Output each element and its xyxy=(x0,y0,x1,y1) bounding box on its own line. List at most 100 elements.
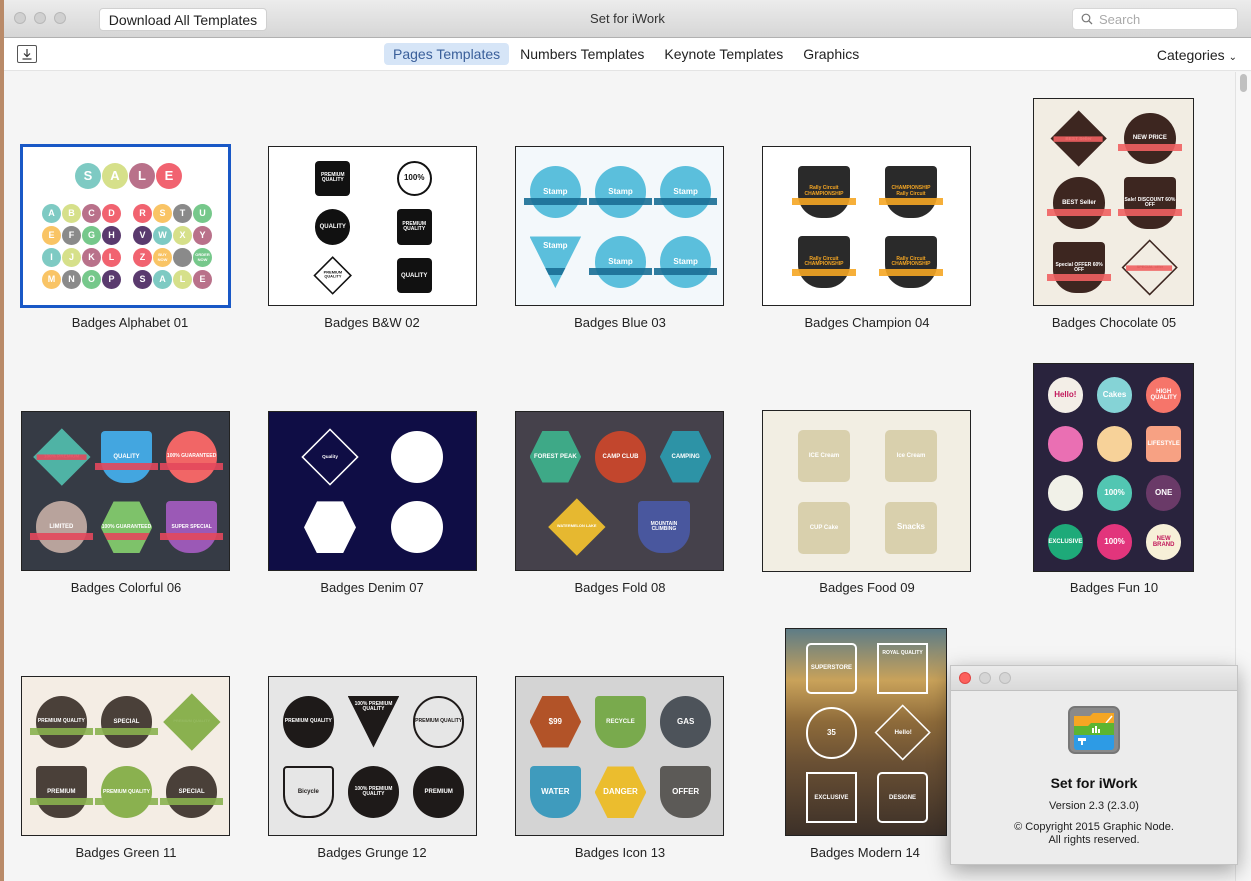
template-name[interactable]: Badges Champion 04 xyxy=(747,315,987,330)
minimize-window-button[interactable] xyxy=(34,12,46,24)
template-thumbnail[interactable]: ICE Cream Ice Cream CUP Cake Snacks xyxy=(762,410,971,572)
badge-graphic: CUP Cake xyxy=(798,501,850,554)
template-thumbnail[interactable]: Stamp Stamp Stamp Stamp Stamp Stamp xyxy=(515,146,724,306)
badge-graphic: K xyxy=(82,248,101,267)
badge-text: X xyxy=(179,229,186,240)
tab-graphics[interactable]: Graphics xyxy=(794,43,868,65)
about-copyright: © Copyright 2015 Graphic Node. All right… xyxy=(951,821,1237,847)
badge-ribbon xyxy=(1047,273,1111,281)
template-name[interactable]: Badges Food 09 xyxy=(747,580,987,595)
badge-graphic: Stamp xyxy=(653,236,718,289)
badge-text: S xyxy=(159,207,166,218)
template-thumbnail[interactable]: Quality CLUB ROYAL PREMIUM xyxy=(268,411,477,571)
zoom-window-button[interactable] xyxy=(54,12,66,24)
badge-graphic: I xyxy=(42,248,61,267)
scrollbar-thumb[interactable] xyxy=(1240,74,1247,92)
template-name[interactable]: Badges Modern 14 xyxy=(745,845,985,860)
template-name[interactable]: Badges Denim 07 xyxy=(252,580,492,595)
badge-text: B xyxy=(68,207,75,218)
about-app-name: Set for iWork xyxy=(1050,775,1138,791)
template-name[interactable]: Badges Alphabet 01 xyxy=(10,315,250,330)
badge-text: SPECIAL xyxy=(113,718,140,725)
badge-graphic: LIFESTYLE xyxy=(1145,426,1182,462)
badge-graphic: O xyxy=(82,270,101,289)
badge-text: 100% PREMIUM QUALITY xyxy=(354,700,393,713)
badge-graphic: ORDER NOW xyxy=(193,248,212,267)
template-thumbnail[interactable]: PREMIUM QUALITY 100% PREMIUM QUALITY PREMI… xyxy=(268,676,477,836)
badge-graphic: F xyxy=(62,226,81,245)
badge-text: PREMIUM QUALITY xyxy=(415,718,463,725)
template-name[interactable]: Badges Fun 10 xyxy=(994,580,1234,595)
close-window-button[interactable] xyxy=(14,12,26,24)
template-thumbnail[interactable]: PREMIUM QUALITY 100% QUALITY PREMIUM QUALIT… xyxy=(268,146,477,306)
template-thumbnail[interactable]: BEST Seller NEW PRICE BEST Seller Sale! DIS… xyxy=(1033,98,1194,306)
badge-graphic: 100% PREMIUM xyxy=(32,428,90,486)
badge-text: Stamp xyxy=(673,257,698,267)
badge-ribbon xyxy=(1118,144,1182,152)
badge-graphic: J xyxy=(62,248,81,267)
template-thumbnail[interactable]: PREMIUM QUALITY SPECIAL PREMIUM QUALITY PRE… xyxy=(21,676,230,836)
badge-graphic: CHAMPIONSHIP Rally Circuit xyxy=(879,165,943,218)
badge-text: T xyxy=(179,207,186,218)
badge-graphic: LIMITED xyxy=(29,501,94,554)
tab-keynote-templates[interactable]: Keynote Templates xyxy=(655,43,792,65)
badge-graphic: U xyxy=(193,204,212,223)
tab-numbers-templates[interactable]: Numbers Templates xyxy=(511,43,653,65)
template-thumbnail[interactable]: 100% PREMIUM QUALITY 100% GUARANTEED LIMITE… xyxy=(21,411,230,571)
template-name[interactable]: Badges Fold 08 xyxy=(500,580,740,595)
badge-graphic: M xyxy=(42,270,61,289)
badge-graphic: QUALITY xyxy=(396,258,432,294)
badge-ribbon xyxy=(1126,265,1173,272)
template-thumbnail[interactable]: $99 RECYCLE GAS WATER DANGER OFFER xyxy=(515,676,724,836)
template-name[interactable]: Badges Icon 13 xyxy=(500,845,740,860)
copyright-text: © Copyright 2015 Graphic Node. xyxy=(1014,821,1174,833)
tab-pages-templates[interactable]: Pages Templates xyxy=(384,43,510,65)
badge-ribbon xyxy=(588,268,653,276)
chevron-down-icon: ⌄ xyxy=(1228,52,1237,63)
download-icon[interactable] xyxy=(17,45,37,63)
badge-graphic: EXCLUSIVE xyxy=(1047,524,1084,560)
template-name[interactable]: Badges Grunge 12 xyxy=(252,845,492,860)
badge-text: L xyxy=(179,273,186,284)
about-close-button[interactable] xyxy=(959,672,971,684)
template-name[interactable]: Badges B&W 02 xyxy=(252,315,492,330)
template-thumbnail[interactable]: Hello! Cakes HIGH QUALITY LIFESTYLE 100% ONE E… xyxy=(1033,363,1194,572)
badge-graphic: Stamp xyxy=(529,236,582,289)
badge-ribbon xyxy=(1118,209,1182,217)
template-name[interactable]: Badges Chocolate 05 xyxy=(994,315,1234,330)
badge-text: M xyxy=(47,273,56,284)
badge-text: C xyxy=(88,207,95,218)
badge-graphic: Stamp xyxy=(588,236,653,289)
search-field[interactable] xyxy=(1072,8,1238,30)
template-thumbnail[interactable]: FOREST PEAK CAMP CLUB CAMPING WATERMELON LA… xyxy=(515,411,724,571)
badge-text: SUPER SPECIAL xyxy=(171,523,212,530)
badge-graphic: Z xyxy=(133,248,152,267)
template-thumbnail[interactable]: SUPERSTORE ROYAL QUALITY 35 Hello! EXCLUSIVE… xyxy=(785,628,947,836)
badge-graphic: 100% GUARANTEED xyxy=(100,501,153,554)
badge-text: PREMIUM QUALITY xyxy=(323,270,342,280)
badge-graphic xyxy=(1047,475,1084,511)
badge-text: 100% xyxy=(1104,487,1125,497)
badge-graphic: PREMIUM QUALITY xyxy=(282,695,335,748)
badge-graphic: X xyxy=(173,226,192,245)
template-name[interactable]: Badges Colorful 06 xyxy=(6,580,246,595)
template-name[interactable]: Badges Blue 03 xyxy=(500,315,740,330)
badge-graphic: Bicycle xyxy=(282,766,335,819)
template-name[interactable]: Badges Green 11 xyxy=(6,845,246,860)
badge-graphic: Stamp xyxy=(588,165,653,218)
badge-graphic: NEW BRAND xyxy=(1145,524,1182,560)
categories-dropdown[interactable]: Categories ⌄ xyxy=(1157,47,1237,63)
badge-text: F xyxy=(68,229,75,240)
badge-text: PREMIUM xyxy=(47,789,76,796)
download-all-templates-button[interactable]: Download All Templates xyxy=(99,8,267,31)
badge-ribbon xyxy=(166,719,216,725)
badge-text: Rally Circuit CHAMPIONSHIP xyxy=(891,256,931,268)
badge-ribbon xyxy=(159,533,224,541)
search-input[interactable] xyxy=(1099,11,1229,27)
badge-graphic: ICE Cream xyxy=(798,430,850,483)
template-thumbnail[interactable]: S A L E A R B S C T D U E V F W G X H Y I Z J BUY NOW K L ORDER NO… xyxy=(20,144,231,308)
badge-graphic: DANGER xyxy=(594,766,647,819)
template-thumbnail[interactable]: Rally Circuit CHAMPIONSHIP CHAMPIONSHIP R… xyxy=(762,146,971,306)
badge-text: Rally Circuit CHAMPIONSHIP xyxy=(804,185,844,197)
badge-text: ROYAL QUALITY xyxy=(882,649,923,656)
